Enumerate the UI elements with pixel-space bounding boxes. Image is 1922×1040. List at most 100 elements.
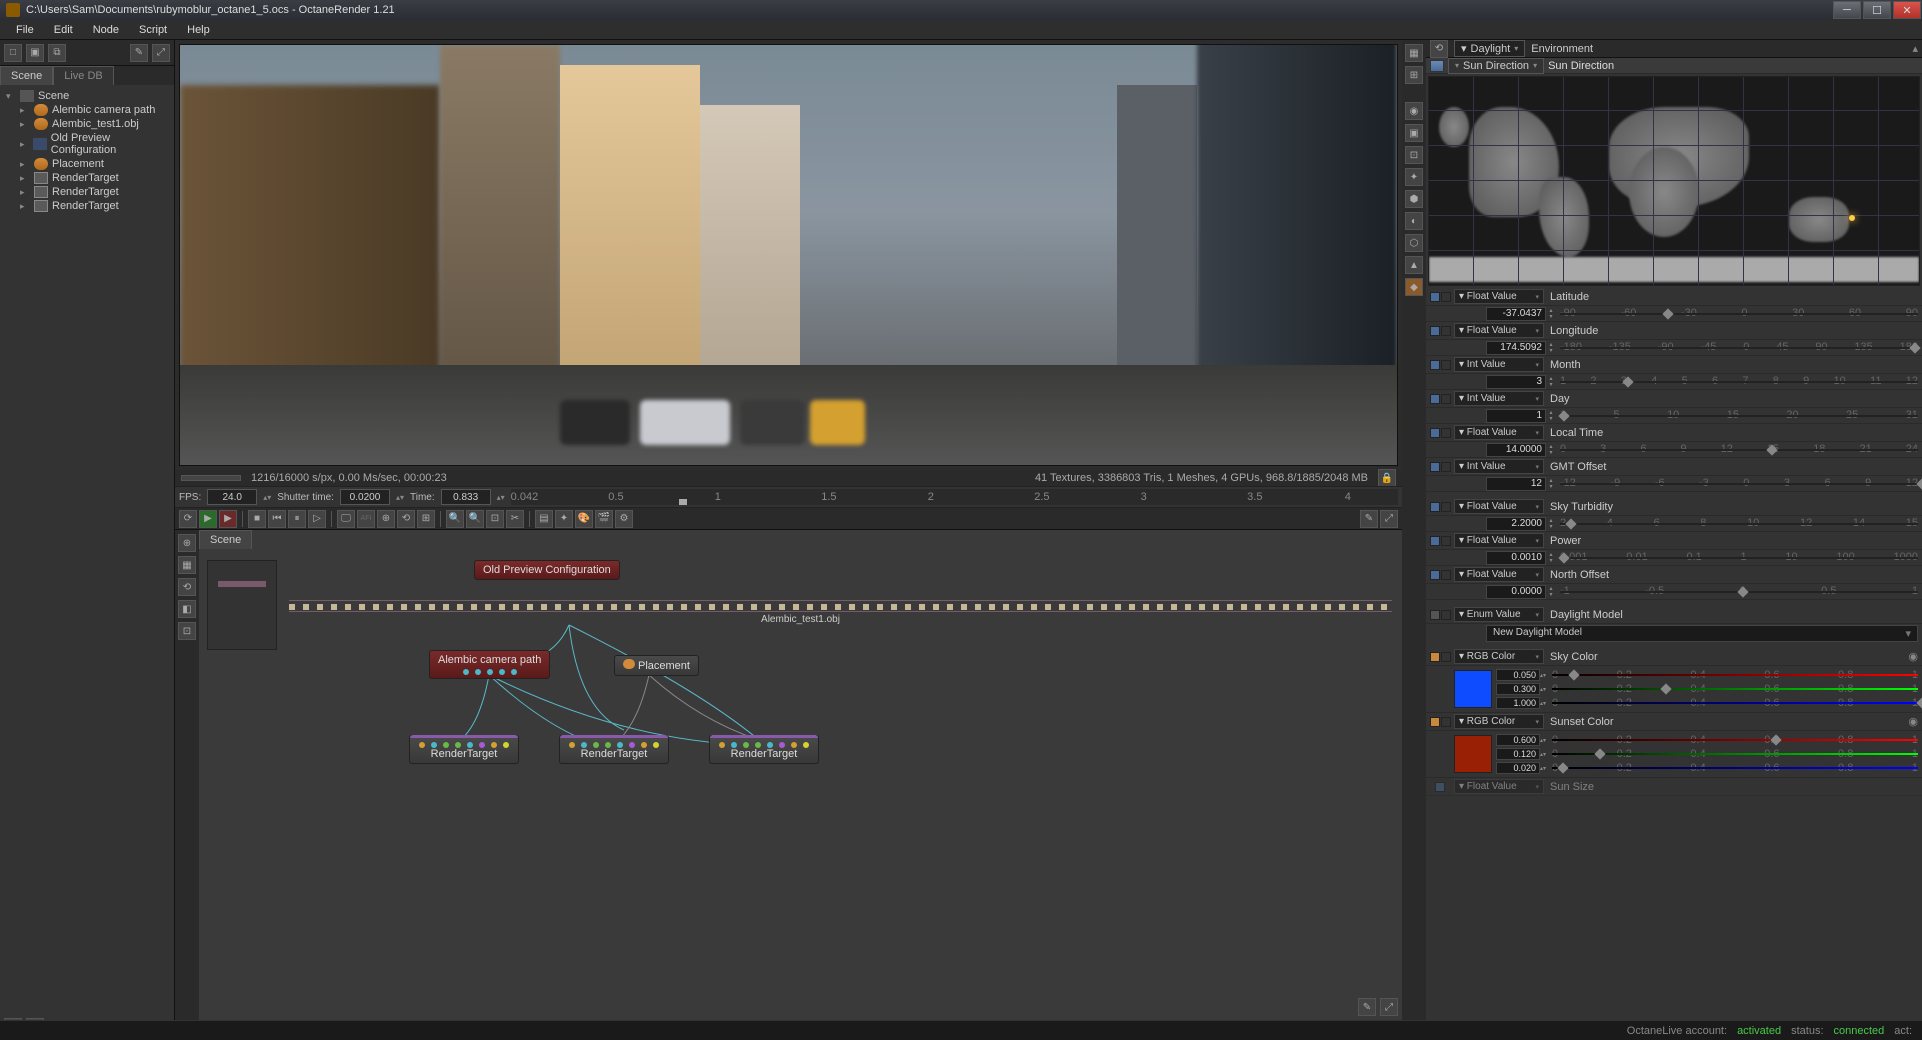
channel-input[interactable] xyxy=(1496,748,1540,760)
right-tool-icon[interactable]: ◆ xyxy=(1405,278,1423,296)
node-tab-scene[interactable]: Scene xyxy=(199,530,252,549)
slider[interactable]: 246810121415 xyxy=(1560,517,1918,531)
channel-slider[interactable]: 00.20.40.60.81 xyxy=(1552,762,1918,774)
sundir-dropdown[interactable]: ▾Sun Direction xyxy=(1448,58,1544,74)
spinner[interactable]: ▴▾ xyxy=(1546,376,1556,388)
channel-slider[interactable]: 00.20.40.60.81 xyxy=(1552,683,1918,695)
node-tool-icon[interactable]: ◧ xyxy=(178,600,196,618)
tool-icon[interactable]: ✎ xyxy=(130,44,148,62)
link-icon[interactable] xyxy=(1441,462,1451,472)
zoom-out-icon[interactable]: 🔍 xyxy=(466,510,484,528)
copy-icon[interactable]: ⧉ xyxy=(48,44,66,62)
new-scene-icon[interactable]: □ xyxy=(4,44,22,62)
menu-edit[interactable]: Edit xyxy=(44,24,83,36)
sparkle-icon[interactable]: ✦ xyxy=(555,510,573,528)
close-button[interactable]: ✕ xyxy=(1893,1,1921,19)
type-dropdown[interactable]: ▾ RGB Color xyxy=(1454,714,1544,729)
slider[interactable]: -1-0.500.51 xyxy=(1560,585,1918,599)
menu-script[interactable]: Script xyxy=(129,24,177,36)
record-icon[interactable]: ▶ xyxy=(199,510,217,528)
grid-icon[interactable]: ⊞ xyxy=(417,510,435,528)
right-tool-icon[interactable]: ◐ xyxy=(1405,212,1423,230)
type-dropdown[interactable]: ▾ RGB Color xyxy=(1454,649,1544,664)
type-dropdown[interactable]: ▾ Int Value xyxy=(1454,357,1544,372)
channel-input[interactable] xyxy=(1496,697,1540,709)
link-icon[interactable] xyxy=(1441,292,1451,302)
expand-icon[interactable]: ⤢ xyxy=(1380,998,1398,1016)
slider[interactable]: -180-135-90-4504590135180 xyxy=(1560,341,1918,355)
type-icon[interactable] xyxy=(1430,462,1440,472)
type-icon[interactable] xyxy=(1430,292,1440,302)
tree-item[interactable]: ▸Placement xyxy=(2,157,172,171)
color-swatch[interactable] xyxy=(1454,735,1492,773)
link-icon[interactable] xyxy=(1441,652,1451,662)
channel-slider[interactable]: 00.20.40.60.81 xyxy=(1552,734,1918,746)
link-icon[interactable] xyxy=(1441,610,1451,620)
tab-livedb[interactable]: Live DB xyxy=(53,66,114,85)
right-tool-icon[interactable]: ▦ xyxy=(1405,44,1423,62)
tree-root[interactable]: ▾Scene xyxy=(2,89,172,103)
enum-dropdown[interactable]: New Daylight Model ▾ xyxy=(1486,625,1918,642)
right-tool-icon[interactable]: ⬢ xyxy=(1405,190,1423,208)
channel-input[interactable] xyxy=(1496,669,1540,681)
node-tool-icon[interactable]: ▦ xyxy=(178,556,196,574)
type-icon[interactable] xyxy=(1430,326,1440,336)
pause-icon[interactable]: ⏸ xyxy=(288,510,306,528)
type-icon[interactable] xyxy=(1430,360,1440,370)
value-input[interactable] xyxy=(1486,477,1546,491)
fps-input[interactable] xyxy=(207,489,257,505)
crop-icon[interactable]: ✂ xyxy=(506,510,524,528)
time-input[interactable] xyxy=(441,489,491,505)
link-icon[interactable]: ⟲ xyxy=(397,510,415,528)
type-icon[interactable] xyxy=(1430,394,1440,404)
type-dropdown[interactable]: ▾ Float Value xyxy=(1454,779,1544,794)
type-icon[interactable] xyxy=(1430,428,1440,438)
type-dropdown[interactable]: ▾ Int Value xyxy=(1454,391,1544,406)
color-icon[interactable]: 🎨 xyxy=(575,510,593,528)
spinner[interactable]: ▴▾ xyxy=(1546,518,1556,530)
tree-item[interactable]: ▸Alembic camera path xyxy=(2,103,172,117)
value-input[interactable] xyxy=(1486,551,1546,565)
node-rendertarget[interactable]: RenderTarget xyxy=(409,735,519,764)
menu-file[interactable]: File xyxy=(6,24,44,36)
time-ruler[interactable]: 0.042 0.5 1 1.5 2 2.5 3 3.5 4 xyxy=(511,489,1398,505)
slider[interactable]: -90-60-300306090 xyxy=(1560,307,1918,321)
right-tool-icon[interactable]: ▣ xyxy=(1405,124,1423,142)
gear-icon[interactable]: ⚙ xyxy=(615,510,633,528)
link-icon[interactable] xyxy=(1441,502,1451,512)
color-swatch[interactable] xyxy=(1454,670,1492,708)
channel-slider[interactable]: 00.20.40.60.81 xyxy=(1552,697,1918,709)
channel-input[interactable] xyxy=(1496,734,1540,746)
tab-scene[interactable]: Scene xyxy=(0,66,53,85)
type-dropdown[interactable]: ▾ Int Value xyxy=(1454,459,1544,474)
type-icon[interactable] xyxy=(1430,570,1440,580)
env-dropdown[interactable]: ▾Daylight xyxy=(1454,40,1525,57)
node-rendertarget[interactable]: RenderTarget xyxy=(559,735,669,764)
value-input[interactable] xyxy=(1486,585,1546,599)
slider[interactable]: -12-9-6-3036912 xyxy=(1560,477,1918,491)
film-icon[interactable]: 🎬 xyxy=(595,510,613,528)
value-input[interactable] xyxy=(1486,307,1546,321)
shutter-input[interactable] xyxy=(340,489,390,505)
type-dropdown[interactable]: ▾ Enum Value xyxy=(1454,607,1544,622)
channel-slider[interactable]: 00.20.40.60.81 xyxy=(1552,748,1918,760)
channel-input[interactable] xyxy=(1496,683,1540,695)
lock-icon[interactable]: 🔒 xyxy=(1378,469,1396,487)
right-tool-icon[interactable]: ⊡ xyxy=(1405,146,1423,164)
minimize-button[interactable]: ─ xyxy=(1833,1,1861,19)
sun-marker[interactable] xyxy=(1849,215,1855,221)
timeline-track[interactable] xyxy=(289,600,1392,612)
value-input[interactable] xyxy=(1486,375,1546,389)
stop-record-icon[interactable]: ▶ xyxy=(219,510,237,528)
eye-icon[interactable]: ◉ xyxy=(1908,715,1918,728)
node-tool-icon[interactable]: ⊡ xyxy=(178,622,196,640)
right-tool-icon[interactable]: ✦ xyxy=(1405,168,1423,186)
spinner[interactable]: ▴▾ xyxy=(1546,342,1556,354)
type-dropdown[interactable]: ▾ Float Value xyxy=(1454,567,1544,582)
link-icon[interactable] xyxy=(1441,360,1451,370)
slider[interactable]: 123456789101112 xyxy=(1560,375,1918,389)
expand-icon[interactable]: ⤢ xyxy=(1380,510,1398,528)
stop-icon[interactable]: ■ xyxy=(248,510,266,528)
zoom-in-icon[interactable]: 🔍 xyxy=(446,510,464,528)
node-camera[interactable]: Alembic camera path xyxy=(429,650,550,679)
